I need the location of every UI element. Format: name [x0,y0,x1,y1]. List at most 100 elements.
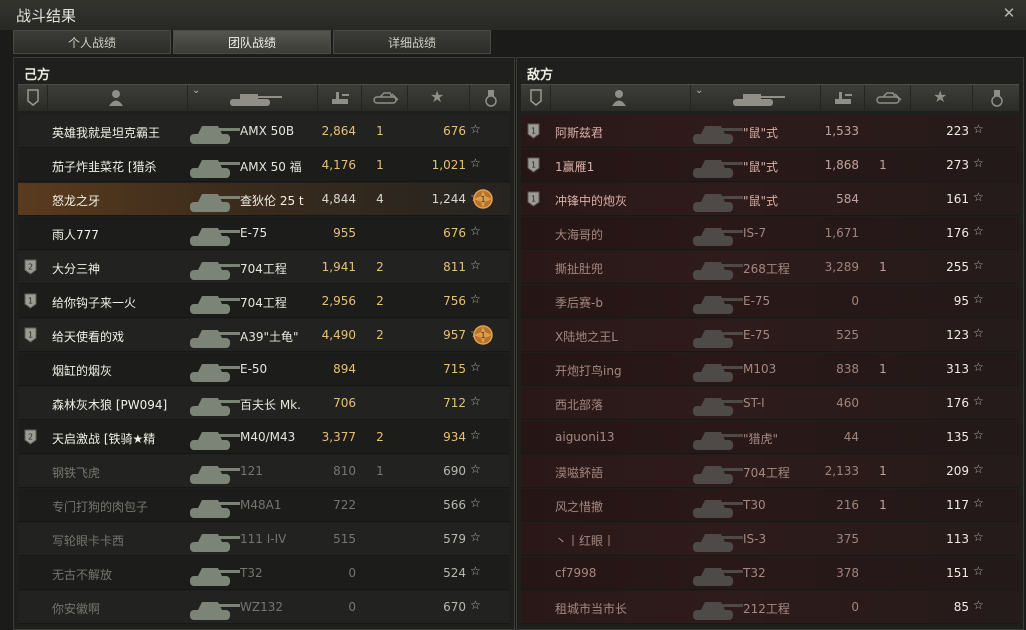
player-name[interactable]: 钢铁飞虎 [52,464,190,481]
xp-value: 811 [443,260,466,274]
player-name[interactable]: cf7998 [555,566,693,580]
enemy-damage-column-header[interactable] [821,85,865,111]
close-icon[interactable]: ✕ [1000,4,1018,22]
player-name[interactable]: 大分三神 [52,260,190,277]
enemy-kills-column-header[interactable] [865,85,911,111]
enemy-table-row[interactable]: 西北部落 ST-I 460 176 ☆ [521,387,1019,420]
ally-table-row[interactable]: 2 大分三神 704工程 1,941 2 811 ☆ [18,251,510,284]
enemy-vehicle-column-header[interactable]: ⌄ [691,85,821,111]
player-name[interactable]: 西北部落 [555,396,693,413]
ally-table-row[interactable]: 钢铁飞虎 121 810 1 690 ☆ [18,455,510,488]
player-name[interactable]: 专门打狗的肉包子 [52,498,190,515]
ally-table-row[interactable]: 森林灰木狼 [PW094] 百夫长 Mk. 706 712 ☆ [18,387,510,420]
ally-table-row[interactable]: 1给天使看的戏A39"土龟"4,4902957☆1 [18,319,510,352]
player-name[interactable]: 茄子炸韭菜花 [猎杀 [52,158,190,175]
ally-table-row[interactable]: 你安徽啊 WZ132 0 670 ☆ [18,591,510,624]
star-icon: ☆ [470,530,481,544]
svg-text:1: 1 [480,195,485,204]
player-name[interactable]: 大海哥的 [555,226,693,243]
ally-table-row[interactable]: 烟缸的烟灰 E-50 894 715 ☆ [18,353,510,386]
ally-table-row[interactable]: 茄子炸韭菜花 [猎杀 AMX 50 福 4,176 1 1,021 ☆ [18,149,510,182]
vehicle-name: 212工程 [743,602,790,616]
enemy-table-row[interactable]: 1 阿斯兹君 "鼠"式 1,533 223 ☆ [521,115,1019,148]
xp-value: 957 [443,328,466,342]
ally-table-row[interactable]: 专门打狗的肉包子 M48A1 722 566 ☆ [18,489,510,522]
medal-column-header[interactable] [470,85,512,111]
enemy-table-row[interactable]: 丶丨红眼丨 IS-3 375 113 ☆ [521,523,1019,556]
enemy-xp-column-header[interactable]: ★ [911,85,973,111]
player-name[interactable]: 写轮眼卡卡西 [52,532,190,549]
ally-table-row[interactable]: 2 天启激战 [铁骑★精 M40/M43 3,377 2 934 ☆ [18,421,510,454]
xp-column-icon: ★ [430,87,445,106]
enemy-badge-column-header[interactable] [521,85,551,111]
ally-table-row[interactable]: 1 给你钩子来一火 704工程 2,956 2 756 ☆ [18,285,510,318]
damage-value: 3,377 [321,430,356,444]
enemy-table-row[interactable]: cf7998 T32 378 151 ☆ [521,557,1019,590]
player-name[interactable]: 给天使看的戏 [52,328,190,345]
player-name[interactable]: 撕扯肚兜 [555,260,693,277]
enemy-table-row[interactable]: 大海哥的 IS-7 1,671 176 ☆ [521,217,1019,250]
enemy-table-row[interactable]: 1 冲锋中的炮灰 "鼠"式 584 161 ☆ [521,183,1019,216]
enemy-table-row[interactable]: 撕扯肚兜 268工程 3,289 1 255 ☆ [521,251,1019,284]
player-name[interactable]: 风之惜撤 [555,498,693,515]
player-column-header[interactable] [48,85,188,111]
player-name[interactable]: 漠嗞鈈語 [555,464,693,481]
enemy-table-row[interactable]: 租城市当市长 212工程 0 85 ☆ [521,591,1019,624]
damage-value: 2,133 [824,464,859,478]
player-name[interactable]: 阿斯兹君 [555,124,693,141]
player-name[interactable]: 季后赛-b [555,294,693,311]
player-name[interactable]: 无古不解放 [52,566,190,583]
player-name[interactable]: 英雄我就是坦克霸王 [52,124,190,141]
player-name[interactable]: 租城市当市长 [555,600,693,617]
tab-detailed[interactable]: 详细战绩 [333,30,491,54]
tab-personal[interactable]: 个人战绩 [13,30,171,54]
enemy-table-row[interactable]: 1 1赢雁1 "鼠"式 1,868 1 273 ☆ [521,149,1019,182]
enemy-table-row[interactable]: aiguoni13 "猎虎" 44 135 ☆ [521,421,1019,454]
enemy-table-row[interactable]: 季后赛-b E-75 0 95 ☆ [521,285,1019,318]
player-name[interactable]: 1赢雁1 [555,158,693,175]
player-name[interactable]: 你安徽啊 [52,600,190,617]
star-icon: ☆ [470,156,481,170]
xp-column-header[interactable]: ★ [408,85,470,111]
ally-table-row[interactable]: 怒龙之牙查狄伦 25 t4,84441,244☆1 [18,183,510,216]
enemy-medal-column-header[interactable] [973,85,1021,111]
enemy-table-row[interactable]: 开炮打鸟ing M103 838 1 313 ☆ [521,353,1019,386]
damage-column-header[interactable] [318,85,362,111]
player-name[interactable]: 森林灰木狼 [PW094] [52,396,190,413]
damage-value: 894 [333,362,356,376]
ally-table-row[interactable]: 写轮眼卡卡西 111 I-IV 515 579 ☆ [18,523,510,556]
enemy-player-column-header[interactable] [551,85,691,111]
tab-team[interactable]: 团队战绩 [173,30,331,54]
player-name[interactable]: X陆地之王L [555,328,693,345]
player-name[interactable]: aiguoni13 [555,430,693,444]
star-icon: ☆ [973,190,984,204]
player-name[interactable]: 开炮打鸟ing [555,362,693,379]
player-name[interactable]: 怒龙之牙 [52,192,190,209]
damage-value: 584 [836,192,859,206]
kills-column-header[interactable] [362,85,408,111]
star-icon: ☆ [470,394,481,408]
vehicle-column-header[interactable]: ⌄ [188,85,318,111]
badge-column-header[interactable] [18,85,48,111]
player-name[interactable]: 天启激战 [铁骑★精 [52,430,190,447]
player-name[interactable]: 丶丨红眼丨 [555,532,693,549]
damage-value: 1,941 [321,260,356,274]
tank-icon [689,355,743,384]
player-name[interactable]: 冲锋中的炮灰 [555,192,693,209]
ally-table-row[interactable]: 无古不解放 T32 0 524 ☆ [18,557,510,590]
player-name[interactable]: 烟缸的烟灰 [52,362,190,379]
svg-text:1: 1 [531,161,536,170]
ally-table-row[interactable]: 雨人777 E-75 955 676 ☆ [18,217,510,250]
damage-value: 3,289 [824,260,859,274]
xp-value: 161 [946,192,969,206]
enemy-panel: 敌方 ⌄ ★ 1 阿斯兹君 "鼠"式 1,533 223 ☆ 1 1赢雁1 "鼠"式 1,868 1… [516,57,1024,630]
tank-icon [186,253,240,282]
kills-value: 4 [376,192,384,206]
enemy-table-row[interactable]: X陆地之王L E-75 525 123 ☆ [521,319,1019,352]
damage-value: 525 [836,328,859,342]
player-name[interactable]: 雨人777 [52,226,190,243]
enemy-table-row[interactable]: 漠嗞鈈語 704工程 2,133 1 209 ☆ [521,455,1019,488]
player-name[interactable]: 给你钩子来一火 [52,294,190,311]
ally-table-row[interactable]: 英雄我就是坦克霸王 AMX 50B 2,864 1 676 ☆ [18,115,510,148]
enemy-table-row[interactable]: 风之惜撤 T30 216 1 117 ☆ [521,489,1019,522]
